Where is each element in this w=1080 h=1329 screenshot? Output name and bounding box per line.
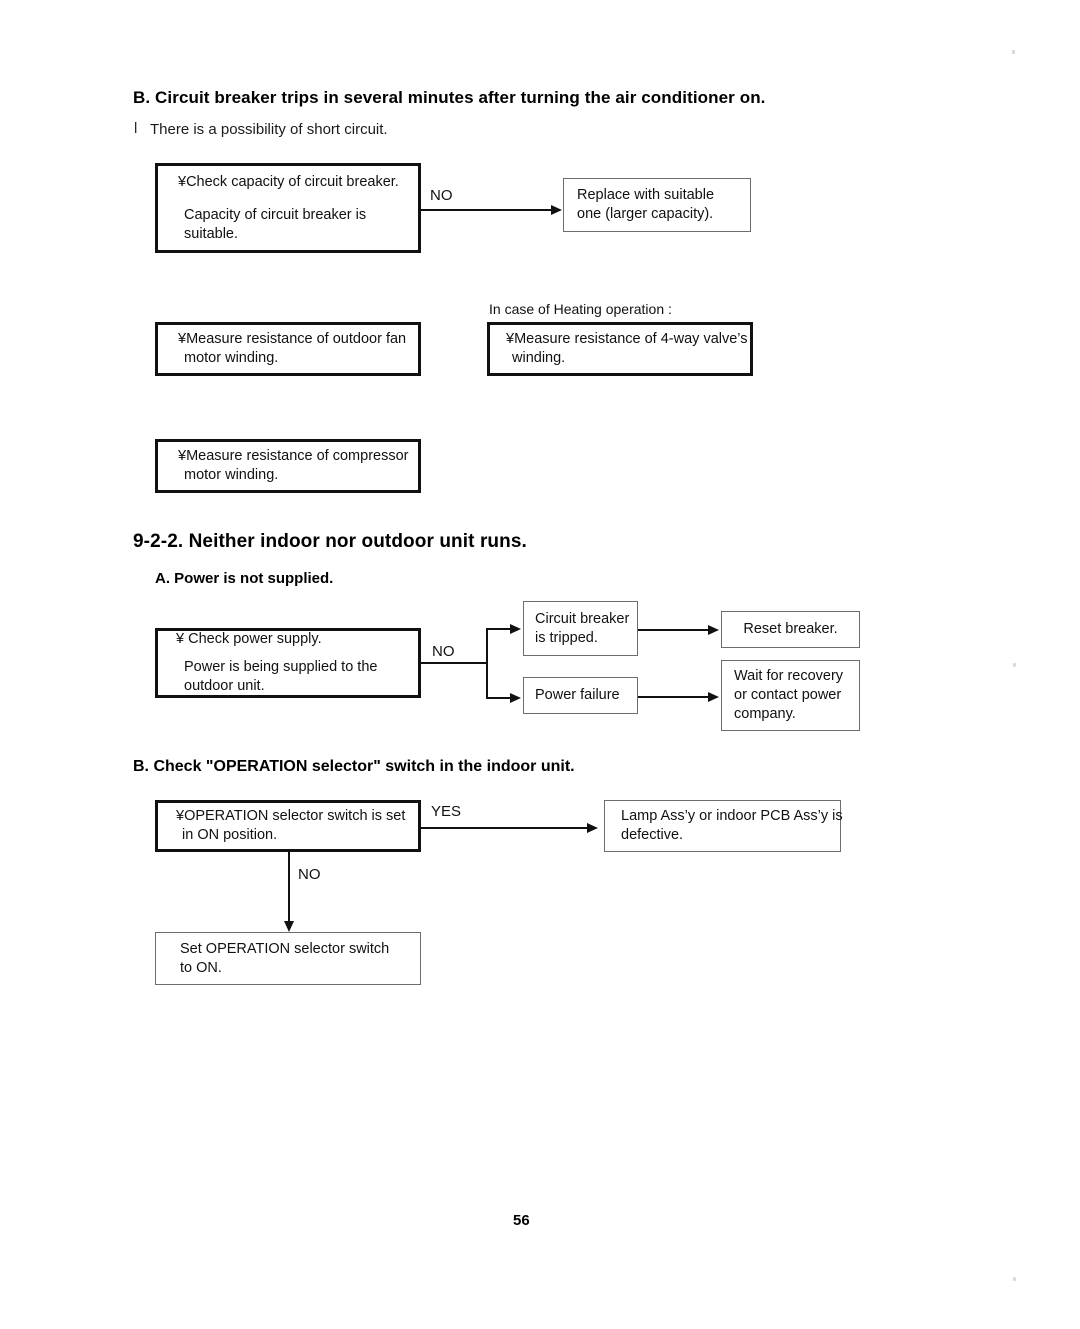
scan-artifact (1013, 663, 1016, 667)
scan-artifact (1012, 50, 1015, 54)
bullet-marker: l (134, 120, 138, 137)
connector-breaker-to-replace (421, 209, 553, 211)
section-922-b-heading: B. Check "OPERATION selector" switch in … (133, 758, 575, 775)
wait-for-recovery-line3: company. (734, 706, 796, 722)
measure-outdoor-fan-line1: ¥Measure resistance of outdoor fan (178, 331, 407, 347)
measure-outdoor-fan-box: ¥Measure resistance of outdoor fan motor… (155, 322, 421, 376)
circuit-breaker-tripped-line1: Circuit breaker (535, 610, 630, 627)
branch-label-yes-operation: YES (431, 803, 462, 820)
branch-label-no-breaker: NO (430, 187, 453, 204)
check-power-supply-line3: outdoor unit. (184, 678, 265, 694)
measure-compressor-box: ¥Measure resistance of compressor motor … (155, 439, 421, 493)
section-922-heading: 9-2-2. Neither indoor nor outdoor unit r… (133, 531, 527, 552)
connector-power-split (486, 628, 488, 698)
set-operation-selector-box: Set OPERATION selector switch to ON. (155, 932, 421, 985)
measure-four-way-valve-box: ¥Measure resistance of 4-way valve’s win… (487, 322, 753, 376)
arrowhead-breaker-to-replace (551, 205, 562, 215)
check-power-supply-line1: ¥ Check power supply. (176, 631, 322, 647)
arrowhead-breaker-to-reset (708, 625, 719, 635)
check-breaker-capacity-line2: Capacity of circuit breaker is (184, 206, 367, 223)
connector-operation-to-lamp (421, 827, 589, 829)
connector-power-to-failure (486, 697, 512, 699)
branch-label-no-power: NO (432, 643, 455, 660)
lamp-pcb-defective-box: Lamp Ass’y or indoor PCB Ass’y is defect… (604, 800, 843, 852)
operation-selector-check-line1: ¥OPERATION selector switch is set (176, 808, 406, 824)
circuit-breaker-tripped-line2: is tripped. (535, 629, 598, 646)
arrowhead-power-to-breaker (510, 624, 521, 634)
wait-for-recovery-line1: Wait for recovery (734, 668, 844, 684)
measure-compressor-line1: ¥Measure resistance of compressor (178, 448, 409, 464)
lamp-pcb-defective-line1: Lamp Ass’y or indoor PCB Ass’y is (621, 808, 843, 824)
reset-breaker-line1: Reset breaker. (743, 621, 838, 637)
page-number: 56 (513, 1212, 530, 1229)
short-circuit-note: There is a possibility of short circuit. (150, 121, 388, 138)
connector-power-stem (421, 662, 487, 664)
arrowhead-operation-to-set (284, 921, 294, 932)
measure-compressor-line2: motor winding. (184, 467, 279, 483)
check-breaker-capacity-line1: ¥Check capacity of circuit breaker. (178, 173, 399, 190)
lamp-pcb-defective-line2: defective. (621, 827, 684, 843)
power-failure-line1: Power failure (535, 687, 620, 703)
scan-artifact (1013, 1277, 1016, 1281)
document-page: B. Circuit breaker trips in several minu… (0, 0, 1080, 1329)
check-power-supply-line2: Power is being supplied to the (184, 659, 378, 675)
replace-breaker-line1: Replace with suitable (577, 187, 715, 203)
replace-breaker-line2: one (larger capacity). (577, 206, 714, 222)
check-power-supply-box: ¥ Check power supply. Power is being sup… (155, 628, 421, 698)
section-b-breaker-heading: B. Circuit breaker trips in several minu… (133, 88, 766, 107)
replace-breaker-box: Replace with suitable one (larger capaci… (563, 178, 751, 232)
section-922-a-heading: A. Power is not supplied. (155, 570, 334, 587)
measure-four-way-valve-line1: ¥Measure resistance of 4-way valve’s (506, 331, 748, 347)
arrowhead-operation-to-lamp (587, 823, 598, 833)
measure-outdoor-fan-line2: motor winding. (184, 350, 279, 366)
branch-label-no-operation: NO (298, 866, 321, 883)
set-operation-selector-line1: Set OPERATION selector switch (180, 940, 390, 957)
wait-for-recovery-box: Wait for recovery or contact power compa… (721, 660, 860, 731)
measure-four-way-valve-line2: winding. (512, 350, 566, 366)
check-breaker-capacity-box: ¥Check capacity of circuit breaker. Capa… (155, 163, 421, 253)
wait-for-recovery-line2: or contact power (734, 687, 842, 703)
power-failure-box: Power failure (523, 677, 638, 714)
connector-breaker-to-reset (638, 629, 710, 631)
arrowhead-power-to-failure (510, 693, 521, 703)
set-operation-selector-line2: to ON. (180, 959, 222, 976)
check-breaker-capacity-line3: suitable. (184, 225, 239, 242)
operation-selector-check-box: ¥OPERATION selector switch is set in ON … (155, 800, 421, 852)
connector-operation-to-set (288, 852, 290, 925)
connector-power-to-breaker (486, 628, 512, 630)
reset-breaker-box: Reset breaker. (721, 611, 860, 648)
arrowhead-failure-to-wait (708, 692, 719, 702)
connector-failure-to-wait (638, 696, 710, 698)
heating-operation-caption: In case of Heating operation : (489, 301, 672, 317)
circuit-breaker-tripped-box: Circuit breaker is tripped. (523, 601, 638, 656)
operation-selector-check-line2: in ON position. (182, 827, 278, 843)
